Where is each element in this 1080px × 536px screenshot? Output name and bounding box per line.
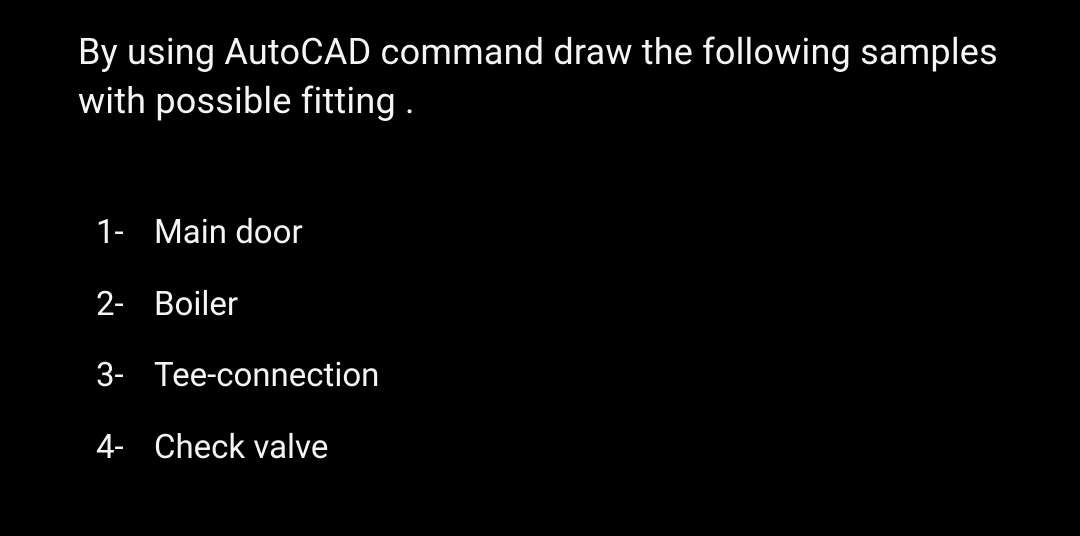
list-item: 3- Tee-connection bbox=[96, 356, 1002, 396]
list-item: 2- Boiler bbox=[96, 285, 1002, 325]
list-item: 1- Main door bbox=[96, 213, 1002, 253]
document-body: By using AutoCAD command draw the follow… bbox=[0, 0, 1080, 528]
list-label: Check valve bbox=[154, 428, 328, 468]
list-label: Tee-connection bbox=[154, 356, 379, 396]
list-marker: 2- bbox=[96, 285, 154, 325]
list-label: Main door bbox=[154, 213, 303, 253]
list-label: Boiler bbox=[154, 285, 238, 325]
item-list: 1- Main door 2- Boiler 3- Tee-connection… bbox=[78, 213, 1002, 467]
list-marker: 1- bbox=[96, 213, 154, 253]
list-marker: 3- bbox=[96, 356, 154, 396]
prompt-text: By using AutoCAD command draw the follow… bbox=[78, 28, 1002, 125]
list-item: 4- Check valve bbox=[96, 428, 1002, 468]
list-marker: 4- bbox=[96, 428, 154, 468]
